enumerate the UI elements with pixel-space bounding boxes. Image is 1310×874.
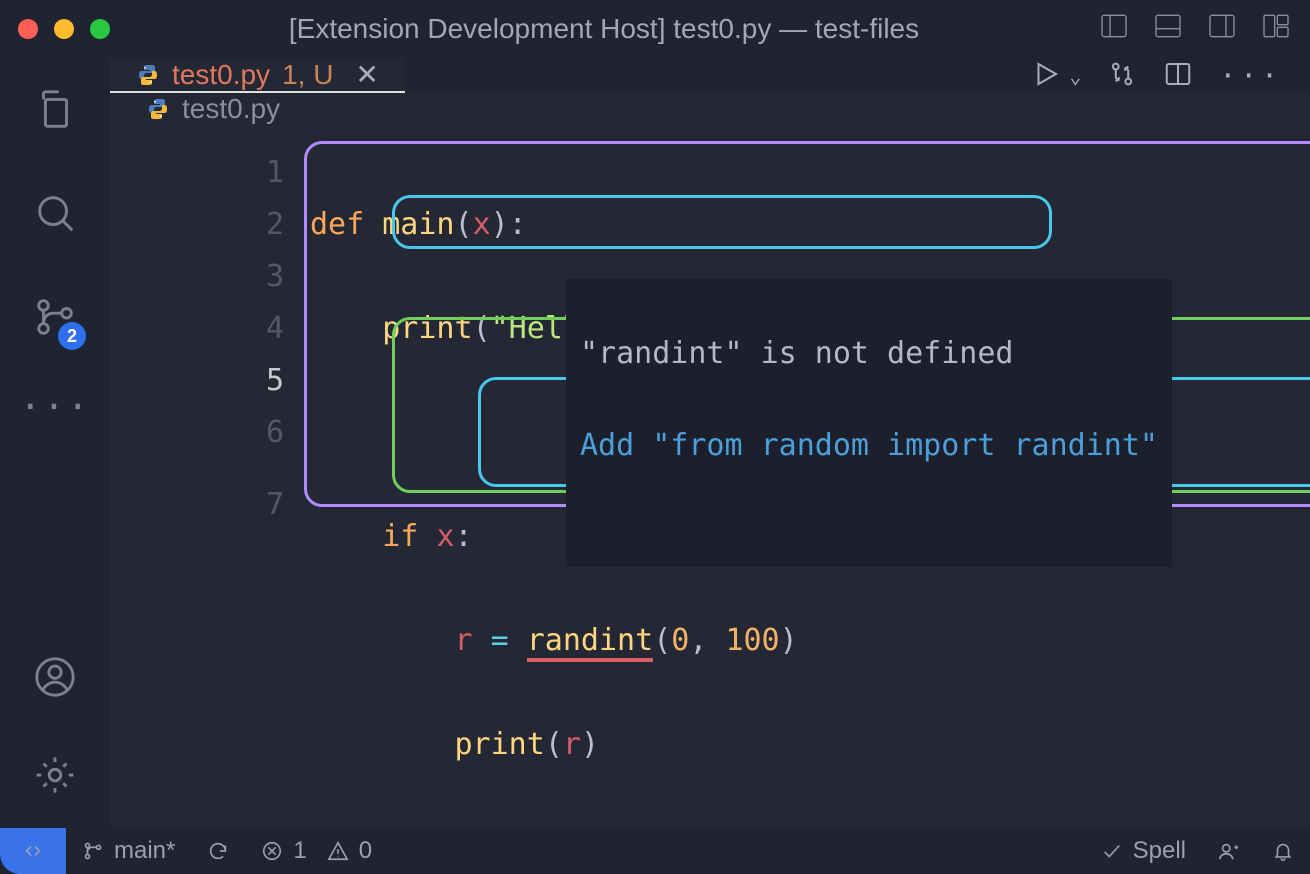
maximize-window-button[interactable] [90,19,110,39]
customize-layout-icon[interactable] [1260,10,1292,49]
tab-filename: test0.py [172,59,270,91]
split-editor-icon[interactable] [1163,59,1193,93]
explorer-icon[interactable] [32,86,78,136]
close-tab-icon[interactable]: ✕ [355,58,378,91]
remote-button[interactable] [0,828,66,874]
line-gutter: 1 2 3 4 5 6 7 [110,139,310,874]
diagnostic-hover: "randint" is not defined Add "from rando… [566,279,1172,567]
breadcrumb-label: test0.py [182,93,280,125]
python-file-icon [146,97,170,121]
close-window-button[interactable] [18,19,38,39]
python-file-icon [136,63,160,87]
code-editor[interactable]: 1 2 3 4 5 6 7 def main(x): print("Hello … [110,125,1310,874]
search-icon[interactable] [32,190,78,240]
tab-modifiers: 1, U [282,59,333,91]
additional-views-icon[interactable]: ··· [19,398,90,418]
breadcrumb[interactable]: test0.py [110,93,1310,125]
code-content[interactable]: def main(x): print("Hello Lilypad!") if … [310,139,1310,874]
source-control-icon[interactable]: 2 [32,294,78,344]
window-title: [Extension Development Host] test0.py — … [110,13,1098,45]
compare-changes-icon[interactable] [1107,59,1137,93]
minimize-window-button[interactable] [54,19,74,39]
title-bar: [Extension Development Host] test0.py — … [0,0,1310,58]
run-button[interactable] [1031,59,1061,93]
hover-message: "randint" is not defined [580,331,1158,377]
scm-badge: 2 [58,322,86,350]
toggle-panel-bottom-icon[interactable] [1152,10,1184,49]
tab-bar: test0.py 1, U ✕ ⌄ ··· [110,58,1310,93]
tab-test0[interactable]: test0.py 1, U ✕ [110,58,405,93]
hover-quickfix[interactable]: Add "from random import randint" [580,423,1158,469]
accounts-icon[interactable] [32,654,78,704]
toggle-panel-left-icon[interactable] [1098,10,1130,49]
activity-bar: 2 ··· [0,58,110,828]
settings-gear-icon[interactable] [32,752,78,802]
more-actions-icon[interactable]: ··· [1219,59,1282,92]
run-dropdown-icon[interactable]: ⌄ [1069,64,1081,88]
toggle-panel-right-icon[interactable] [1206,10,1238,49]
